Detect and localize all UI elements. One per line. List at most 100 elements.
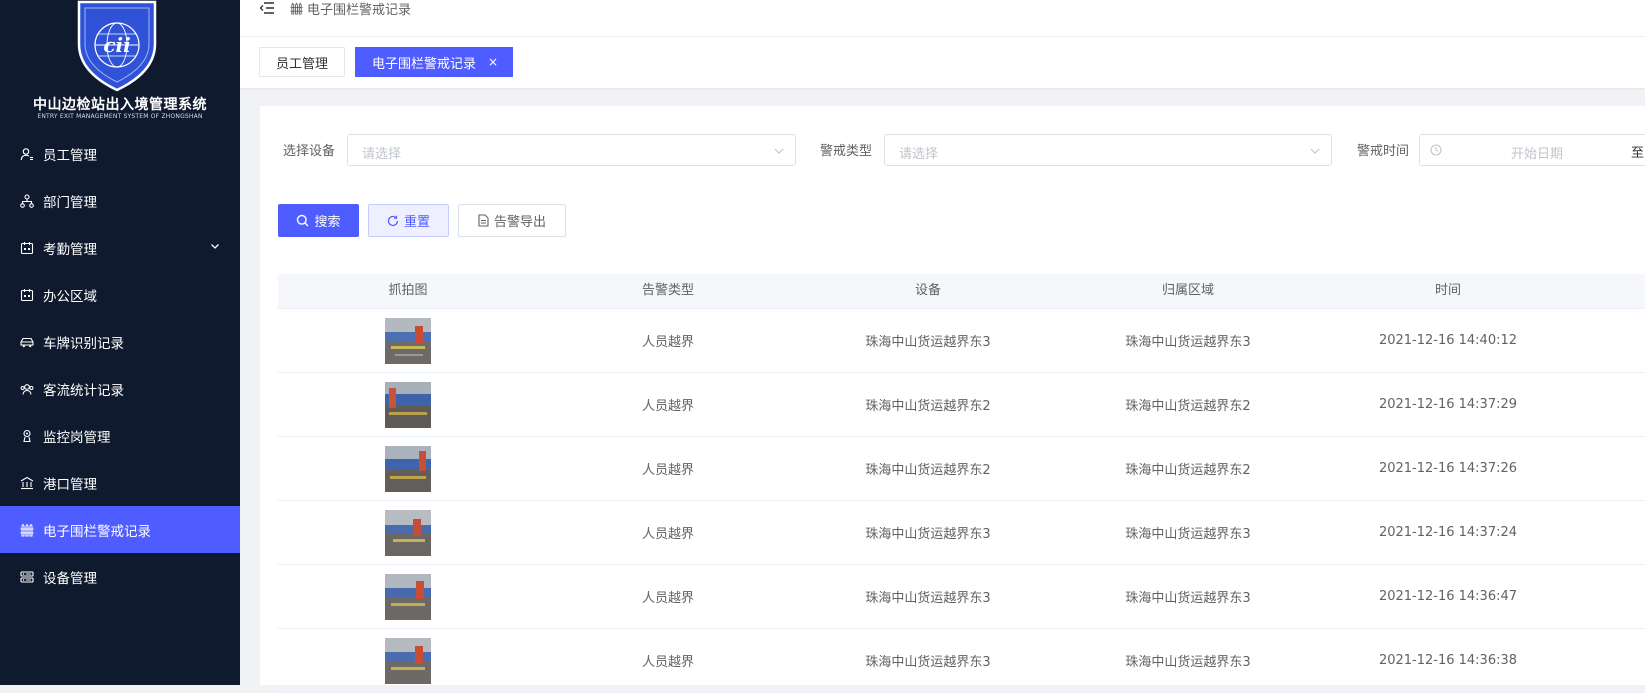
cell-device: 珠海中山货运越界东3 — [865, 655, 991, 670]
device-filter-label: 选择设备 — [283, 144, 336, 159]
table-header: 抓拍图 告警类型 设备 归属区域 时间 — [278, 274, 1645, 309]
close-icon[interactable]: × — [488, 55, 498, 69]
sidebar-item-label: 办公区域 — [43, 288, 97, 305]
cell-area: 珠海中山货运越界东3 — [1125, 527, 1251, 542]
tags-view-bar: 员工管理 电子围栏警戒记录 × — [240, 37, 1645, 88]
table-row: 人员越界 珠海中山货运越界东2 珠海中山货运越界东2 2021-12-16 14… — [278, 437, 1645, 501]
alert-type-select[interactable]: 请选择 — [884, 134, 1332, 166]
cell-alert-type: 人员越界 — [641, 463, 694, 478]
fence-icon — [20, 523, 34, 537]
system-title: 中山边检站出入境管理系统 — [33, 97, 207, 113]
sidebar-item-label: 客流统计记录 — [43, 382, 124, 399]
device-select[interactable]: 请选择 — [347, 134, 796, 166]
alert-type-filter-label: 警戒类型 — [820, 144, 873, 159]
server-icon — [20, 570, 34, 584]
top-header: 电子围栏警戒记录 — [240, 0, 1645, 37]
sidebar-item-attendance-management[interactable]: 考勤管理 — [0, 224, 240, 271]
alert-time-filter-label: 警戒时间 — [1357, 144, 1410, 159]
cell-alert-type: 人员越界 — [641, 399, 694, 414]
table-row: 人员越界 珠海中山货运越界东3 珠海中山货运越界东3 2021-12-16 14… — [278, 309, 1645, 373]
cell-device: 珠海中山货运越界东3 — [865, 591, 991, 606]
main-panel: 选择设备 请选择 警戒类型 请选择 警戒时间 开始日期 至 搜索 重置 告警导出… — [260, 106, 1645, 693]
sidebar-item-label: 港口管理 — [43, 476, 97, 493]
reset-button[interactable]: 重置 — [368, 204, 449, 237]
border-inspection-emblem-icon: cii — [77, 0, 157, 92]
tag-label: 电子围栏警戒记录 — [372, 56, 477, 72]
sidebar-item-label: 车牌识别记录 — [43, 335, 124, 352]
sidebar-item-employee-management[interactable]: 员工管理 — [0, 130, 240, 177]
range-separator: 至 — [1631, 146, 1645, 161]
snapshot-thumbnail[interactable] — [385, 637, 431, 684]
people-icon — [20, 382, 34, 396]
breadcrumb-current[interactable]: 电子围栏警戒记录 — [307, 0, 411, 18]
cell-area: 珠海中山货运越界东3 — [1125, 335, 1251, 350]
sidebar-item-plate-recognition[interactable]: 车牌识别记录 — [0, 318, 240, 365]
calendar-icon — [20, 288, 34, 302]
export-button-label: 告警导出 — [493, 215, 546, 230]
export-alerts-button[interactable]: 告警导出 — [458, 204, 566, 237]
cell-time: 2021-12-16 14:36:47 — [1378, 589, 1518, 604]
table-row: 人员越界 珠海中山货运越界东3 珠海中山货运越界东3 2021-12-16 14… — [278, 629, 1645, 693]
chevron-down-icon — [211, 244, 219, 249]
snapshot-thumbnail[interactable] — [385, 573, 431, 620]
alert-type-select-placeholder: 请选择 — [899, 147, 939, 162]
sidebar-item-fence-alert-records[interactable]: 电子围栏警戒记录 — [0, 506, 240, 553]
cell-time: 2021-12-16 14:37:24 — [1378, 525, 1518, 540]
cell-area: 珠海中山货运越界东2 — [1125, 463, 1251, 478]
sidebar-item-device-management[interactable]: 设备管理 — [0, 553, 240, 600]
table-row: 人员越界 珠海中山货运越界东3 珠海中山货运越界东3 2021-12-16 14… — [278, 501, 1645, 565]
calendar-icon — [20, 241, 34, 255]
fence-icon — [290, 2, 303, 15]
snapshot-thumbnail[interactable] — [385, 317, 431, 364]
svg-text:cii: cii — [103, 33, 130, 57]
sidebar: cii 中山边检站出入境管理系统 ENTRY EXIT MANAGEMENT S… — [0, 0, 240, 685]
sidebar-item-label: 电子围栏警戒记录 — [43, 523, 151, 540]
breadcrumb: 电子围栏警戒记录 — [290, 0, 411, 18]
sidebar-item-monitor-post[interactable]: 监控岗管理 — [0, 412, 240, 459]
table-row: 人员越界 珠海中山货运越界东2 珠海中山货运越界东2 2021-12-16 14… — [278, 373, 1645, 437]
sidebar-item-port-management[interactable]: 港口管理 — [0, 459, 240, 506]
search-icon — [296, 214, 309, 227]
cell-device: 珠海中山货运越界东2 — [865, 463, 991, 478]
column-header-alert-type: 告警类型 — [641, 283, 694, 298]
column-header-time: 时间 — [1434, 283, 1461, 298]
search-button-label: 搜索 — [314, 215, 341, 230]
monitor-post-icon — [20, 429, 34, 443]
cell-device: 珠海中山货运越界东2 — [865, 399, 991, 414]
alert-time-range-picker[interactable]: 开始日期 至 — [1419, 134, 1645, 166]
cell-device: 珠海中山货运越界东3 — [865, 335, 991, 350]
cell-area: 珠海中山货运越界东2 — [1125, 399, 1251, 414]
sidebar-item-label: 监控岗管理 — [43, 429, 111, 446]
sidebar-menu: 员工管理 部门管理 考勤管理 办公区域 车牌识别记录 客流统计记录 监控岗管理 … — [0, 130, 240, 600]
sidebar-item-label: 考勤管理 — [43, 241, 97, 258]
snapshot-thumbnail[interactable] — [385, 509, 431, 556]
logo-area: cii 中山边检站出入境管理系统 ENTRY EXIT MANAGEMENT S… — [0, 0, 240, 124]
snapshot-thumbnail[interactable] — [385, 445, 431, 492]
cell-alert-type: 人员越界 — [641, 335, 694, 350]
alert-records-table: 抓拍图 告警类型 设备 归属区域 时间 人员越界 珠海中山货运越界东3 珠海中山… — [278, 274, 1645, 693]
menu-collapse-icon[interactable] — [260, 1, 274, 15]
search-button[interactable]: 搜索 — [278, 204, 359, 237]
org-chart-icon — [20, 193, 34, 208]
system-subtitle: ENTRY EXIT MANAGEMENT SYSTEM OF ZHONGSHA… — [37, 113, 203, 120]
cell-area: 珠海中山货运越界东3 — [1125, 591, 1251, 606]
cell-area: 珠海中山货运越界东3 — [1125, 655, 1251, 670]
tag-employee-management[interactable]: 员工管理 — [259, 47, 346, 77]
sidebar-item-label: 部门管理 — [43, 194, 97, 211]
chevron-down-icon — [774, 148, 784, 154]
start-date-input[interactable]: 开始日期 — [1511, 143, 1563, 162]
column-header-snapshot: 抓拍图 — [388, 283, 428, 298]
cell-alert-type: 人员越界 — [641, 591, 694, 606]
chevron-down-icon — [1310, 148, 1320, 154]
sidebar-item-office-area[interactable]: 办公区域 — [0, 271, 240, 318]
snapshot-thumbnail[interactable] — [385, 381, 431, 428]
refresh-icon — [387, 215, 399, 227]
sidebar-item-label: 设备管理 — [43, 570, 97, 587]
car-icon — [20, 335, 34, 349]
cell-time: 2021-12-16 14:37:29 — [1378, 397, 1518, 412]
tag-fence-alert-records[interactable]: 电子围栏警戒记录 × — [355, 47, 514, 77]
cell-time: 2021-12-16 14:37:26 — [1378, 461, 1518, 476]
device-select-placeholder: 请选择 — [362, 147, 402, 162]
sidebar-item-passenger-flow[interactable]: 客流统计记录 — [0, 365, 240, 412]
sidebar-item-department-management[interactable]: 部门管理 — [0, 177, 240, 224]
